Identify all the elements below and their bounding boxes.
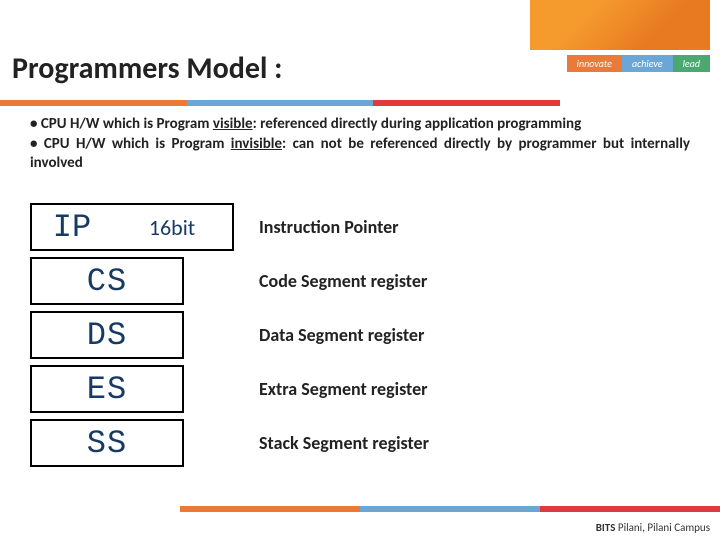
cs-desc: Code Segment register bbox=[259, 270, 427, 292]
ds-box: DS bbox=[30, 311, 184, 359]
brand-tags: innovate achieve lead bbox=[567, 0, 710, 72]
tag-achieve: achieve bbox=[622, 55, 673, 72]
slide: { "header": { "title": "Programmers Mode… bbox=[0, 0, 720, 540]
ip-box: IP 16bit bbox=[30, 203, 234, 251]
bullet-2-a: • CPU H/W which is Program bbox=[30, 135, 231, 153]
es-box: ES bbox=[30, 365, 184, 413]
tag-lead: lead bbox=[673, 55, 710, 72]
gear-graphic bbox=[530, 0, 710, 50]
ip-bits: 16bit bbox=[112, 214, 232, 241]
es-desc: Extra Segment register bbox=[259, 378, 428, 400]
page-title: Programmers Model : bbox=[12, 50, 282, 87]
ss-desc: Stack Segment register bbox=[259, 432, 429, 454]
row-cs: CS Code Segment register bbox=[30, 254, 429, 308]
footer-text: BITS Pilani, Pilani Campus bbox=[596, 521, 710, 534]
row-ip: IP 16bit Instruction Pointer bbox=[30, 200, 429, 254]
ss-box: SS bbox=[30, 419, 184, 467]
bullet-1-a: • CPU H/W which is Program bbox=[30, 115, 213, 133]
footer-rest: Pilani, Pilani Campus bbox=[618, 521, 710, 534]
tag-innovate: innovate bbox=[567, 55, 622, 72]
cs-box: CS bbox=[30, 257, 184, 305]
ip-desc: Instruction Pointer bbox=[259, 216, 399, 238]
row-ds: DS Data Segment register bbox=[30, 308, 429, 362]
ip-name: IP bbox=[32, 209, 112, 246]
bullet-1-b: : referenced directly during application… bbox=[253, 115, 582, 133]
bullet-2-underline: invisible bbox=[231, 135, 282, 153]
ds-desc: Data Segment register bbox=[259, 324, 424, 346]
bullet-1-underline: visible bbox=[213, 115, 253, 133]
row-es: ES Extra Segment register bbox=[30, 362, 429, 416]
body-text: • CPU H/W which is Program visible: refe… bbox=[30, 115, 690, 174]
row-ss: SS Stack Segment register bbox=[30, 416, 429, 470]
register-table: IP 16bit Instruction Pointer CS Code Seg… bbox=[30, 200, 429, 470]
footer-rule bbox=[180, 506, 720, 512]
title-rule bbox=[0, 100, 560, 106]
footer-bold: BITS bbox=[596, 521, 618, 534]
